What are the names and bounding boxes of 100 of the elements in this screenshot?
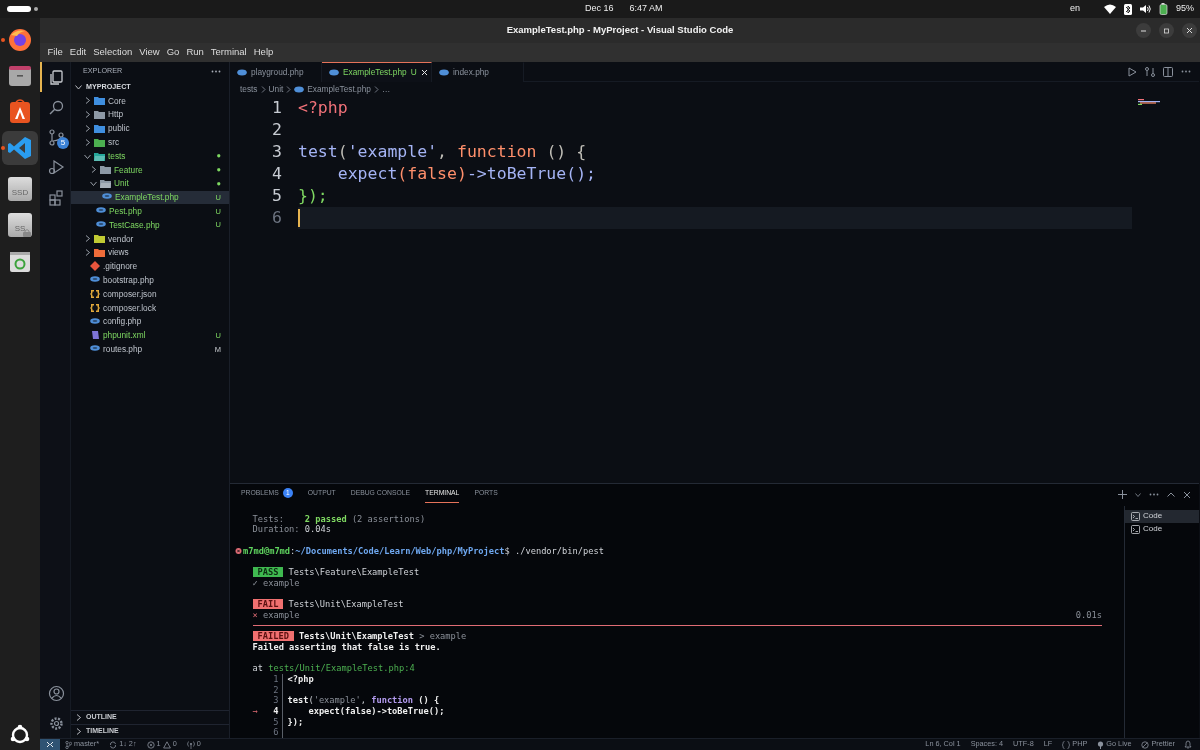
php-file-icon xyxy=(439,69,449,76)
source-control-icon xyxy=(48,128,65,146)
folder-item[interactable]: public xyxy=(71,121,229,136)
code-line: expect(false)->toBeTrue(); xyxy=(336,163,598,185)
chevron-down-icon xyxy=(75,84,82,90)
terminal-list-item[interactable]: Code xyxy=(1125,509,1199,523)
chevron-right-icon xyxy=(260,86,266,93)
explorer-entry[interactable]: .gitignore xyxy=(71,259,229,274)
terminal-icon xyxy=(1131,524,1140,534)
breadcrumb-item[interactable]: tests xyxy=(240,83,258,96)
code-line: test('example', function () { xyxy=(281,695,440,706)
text-cursor xyxy=(298,209,300,227)
restore-icon xyxy=(1163,27,1170,34)
folder-item[interactable]: src xyxy=(71,135,229,150)
antenna-icon xyxy=(186,740,195,749)
input-source-text: en xyxy=(1069,2,1080,16)
date-text: Dec 16 xyxy=(585,2,614,16)
volume-icon xyxy=(1140,4,1151,14)
line-number: 2 xyxy=(272,684,280,696)
folder-item[interactable]: views xyxy=(71,245,229,260)
terminal-text: Tests\Unit\ExampleTest > example xyxy=(298,631,467,642)
window-title: ExampleTest.php - MyProject - Visual Studio Code xyxy=(506,23,734,38)
bluetooth-icon xyxy=(1124,3,1132,15)
menu-item[interactable]: Edit xyxy=(66,45,90,60)
more-icon[interactable] xyxy=(1181,70,1191,73)
chevron-up-icon[interactable] xyxy=(1167,492,1175,498)
run-icon[interactable] xyxy=(1128,66,1137,77)
status-badge: FAIL xyxy=(252,599,284,610)
line-number: 4 xyxy=(271,162,283,185)
close-icon xyxy=(1186,27,1193,34)
close-icon[interactable] xyxy=(1183,490,1191,499)
battery-percent-text: 95% xyxy=(1176,2,1194,16)
code-line: <?php xyxy=(298,97,349,119)
terminal-text: ✓ example xyxy=(252,577,300,589)
close-button[interactable] xyxy=(1182,23,1197,38)
time-text: 6:47 AM xyxy=(629,2,663,16)
menu-item[interactable]: File xyxy=(44,45,67,60)
run-debug-icon xyxy=(48,158,65,176)
php-file-icon xyxy=(329,69,339,76)
chevron-right-icon xyxy=(286,86,292,93)
line-number: 6 xyxy=(271,206,283,229)
folder-item[interactable]: Http xyxy=(71,107,229,122)
menu-item[interactable]: Terminal xyxy=(207,45,251,60)
drive-label: SS xyxy=(8,213,32,237)
editor-tab[interactable]: playgroud.php xyxy=(230,62,322,82)
breadcrumb-item[interactable]: Unit xyxy=(268,83,284,96)
line-number: 2 xyxy=(271,118,283,141)
menu-item[interactable]: Selection xyxy=(89,45,136,60)
menu-item[interactable]: Run xyxy=(182,45,208,60)
more-icon[interactable] xyxy=(211,69,221,73)
chevron-down-icon[interactable] xyxy=(1135,492,1141,497)
explorer-entry[interactable]: composer.lock xyxy=(71,300,229,315)
terminal-text: Tests\Feature\ExampleTest xyxy=(288,567,420,578)
terminal-text: Duration: 0.04s xyxy=(252,524,331,535)
split-editor-icon[interactable] xyxy=(1163,66,1173,77)
remote-button[interactable] xyxy=(40,739,60,750)
editor-tab[interactable]: index.php xyxy=(432,62,524,82)
code-line: expect(false)->toBeTrue(); xyxy=(281,705,445,717)
apps-grid-icon[interactable] xyxy=(9,724,31,746)
breadcrumb-item[interactable]: … xyxy=(381,83,391,96)
files-icon xyxy=(48,68,65,86)
terminal-text: Tests: 2 passed (2 assertions) xyxy=(252,513,426,525)
more-icon[interactable] xyxy=(1149,493,1159,497)
chevron-right-icon xyxy=(373,86,379,93)
bell-icon[interactable] xyxy=(1184,740,1192,749)
php-file-icon xyxy=(237,69,247,76)
minimize-button[interactable] xyxy=(1136,23,1151,38)
terminal-text: m7md@m7md:~/Documents/Code/Learn/Web/php/MyProject$ ./vendor/bin/pest xyxy=(243,545,604,557)
explorer-entry[interactable]: bootstrap.php xyxy=(71,273,229,288)
duration-text: 0.01s xyxy=(1075,609,1102,621)
braces-icon xyxy=(1062,740,1071,749)
breadcrumb-item[interactable]: ExampleTest.php xyxy=(307,83,371,96)
menu-item[interactable]: View xyxy=(135,45,164,60)
plus-icon[interactable] xyxy=(1118,490,1127,500)
line-number: 3 xyxy=(271,140,283,163)
editor-tab[interactable]: ExampleTest.php U xyxy=(322,62,432,82)
line-number: 5 xyxy=(272,716,280,728)
compare-icon[interactable] xyxy=(1145,66,1155,77)
settings-icon xyxy=(48,714,65,732)
restore-button[interactable] xyxy=(1159,23,1174,38)
pointer-marker: → xyxy=(252,705,259,717)
line-number: 1 xyxy=(271,96,283,119)
terminal-icon xyxy=(1131,511,1140,521)
terminal-text: Failed asserting that false is true. xyxy=(252,641,441,653)
code-editor-icon xyxy=(7,135,33,161)
terminal-text: × example xyxy=(252,609,300,621)
folder-item[interactable]: Core xyxy=(71,94,229,108)
explorer-entry[interactable]: composer.json xyxy=(71,287,229,301)
explorer-entry[interactable]: config.php xyxy=(71,314,229,329)
php-file-icon xyxy=(294,86,305,93)
count-badge: 5 xyxy=(57,137,69,149)
terminal-list-item[interactable]: Code xyxy=(1125,522,1199,536)
menu-item[interactable]: Help xyxy=(250,45,277,60)
extensions-icon xyxy=(48,188,65,206)
activity-bar-button[interactable]: 5 xyxy=(40,122,71,152)
folder-item[interactable]: vendor xyxy=(71,231,229,246)
branch-icon xyxy=(65,740,72,749)
warning-icon xyxy=(162,740,171,749)
code-line: <?php xyxy=(281,673,314,685)
menu-item[interactable]: Go xyxy=(163,45,183,60)
